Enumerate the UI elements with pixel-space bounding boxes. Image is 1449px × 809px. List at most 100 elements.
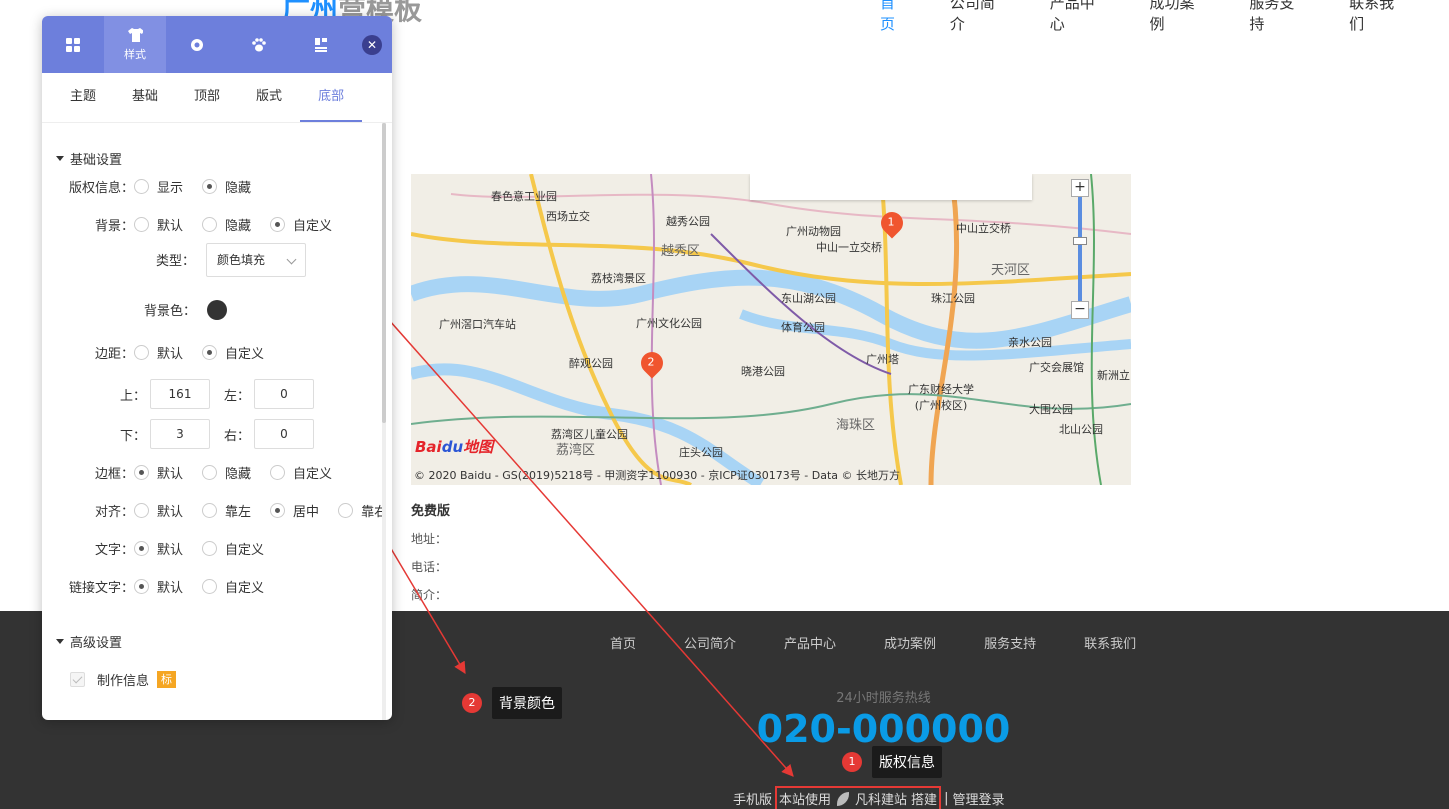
- radio-label: 隐藏: [225, 181, 252, 196]
- radio-label: 自定义: [225, 347, 265, 362]
- info-title: 免费版: [411, 504, 451, 519]
- fanke-leaf-icon: [837, 791, 850, 806]
- radio-dot: [202, 503, 218, 518]
- info-address: 地址：: [411, 532, 448, 546]
- border-hide-radio[interactable]: 隐藏: [202, 463, 251, 482]
- footer-nav-item-support[interactable]: 服务支持: [984, 633, 1036, 652]
- copyright-highlight: 本站使用 凡科建站 搭建: [775, 786, 942, 809]
- section-advanced-settings[interactable]: 高级设置: [56, 632, 122, 651]
- radio-dot: [202, 179, 218, 194]
- align-right-radio[interactable]: 靠右: [338, 501, 384, 520]
- footer-nav-item-contact[interactable]: 联系我们: [1084, 633, 1136, 652]
- text-custom-radio[interactable]: 自定义: [202, 539, 264, 558]
- tab-basic[interactable]: 基础: [114, 73, 176, 122]
- admin-login-link[interactable]: 管理登录: [952, 789, 1004, 808]
- margin-bottom-input[interactable]: 3: [150, 419, 210, 449]
- baidu-map-logo: Baidu地图: [415, 436, 493, 457]
- copyright-hide-radio[interactable]: 隐藏: [202, 177, 251, 196]
- text-row: 文字： 默认 自定义: [95, 539, 283, 558]
- site-nav-item-home[interactable]: 首页: [880, 0, 910, 34]
- footer-nav-item-products[interactable]: 产品中心: [784, 633, 836, 652]
- close-icon[interactable]: ✕: [362, 35, 382, 55]
- grid-icon: [65, 37, 81, 53]
- section-title: 基础设置: [70, 153, 123, 168]
- map-label: 西场立交: [546, 210, 590, 223]
- map-roads: [411, 174, 1131, 485]
- radio-dot: [134, 345, 150, 360]
- tab-settings[interactable]: [166, 16, 228, 73]
- background-default-radio[interactable]: 默认: [134, 215, 183, 234]
- powered-prefix: 本站使用: [779, 793, 832, 808]
- site-nav-item-contact[interactable]: 联系我们: [1349, 0, 1409, 34]
- align-center-radio[interactable]: 居中: [270, 501, 319, 520]
- radio-label: 隐藏: [225, 219, 252, 234]
- align-left-radio[interactable]: 靠左: [202, 501, 251, 520]
- panel-scrollbar[interactable]: [382, 123, 386, 720]
- radio-label: 默认: [157, 543, 184, 558]
- zoom-out-button[interactable]: −: [1071, 301, 1089, 319]
- zoom-slider-track[interactable]: [1078, 197, 1082, 301]
- baidu-logo-suffix: 地图: [463, 438, 494, 456]
- powered-suffix: 搭建: [911, 793, 938, 808]
- border-custom-radio[interactable]: 自定义: [270, 463, 332, 482]
- margin-default-radio[interactable]: 默认: [134, 343, 183, 362]
- mobile-version-link[interactable]: 手机版: [733, 789, 772, 808]
- margin-left-input[interactable]: 0: [254, 379, 314, 409]
- radio-dot: [202, 541, 218, 556]
- tab-seo[interactable]: [228, 16, 290, 73]
- radio-dot: [270, 503, 286, 518]
- map-label: 珠江公园: [931, 292, 975, 305]
- align-default-radio[interactable]: 默认: [134, 501, 183, 520]
- page: 广州营模板 首页 公司简介 产品中心 成功案例 服务支持 联系我们 越秀区 天河…: [0, 0, 1449, 809]
- tab-modules[interactable]: [42, 16, 104, 73]
- radio-label: 隐藏: [225, 467, 252, 482]
- footer-nav-item-cases[interactable]: 成功案例: [884, 633, 936, 652]
- maker-info-checkbox[interactable]: [70, 672, 85, 687]
- map-label: 醉观公园: [569, 357, 613, 370]
- site-nav-item-support[interactable]: 服务支持: [1249, 0, 1309, 34]
- baidu-logo-paw: du: [441, 438, 464, 456]
- zoom-slider-handle[interactable]: [1073, 237, 1087, 245]
- background-hide-radio[interactable]: 隐藏: [202, 215, 251, 234]
- border-label: 边框：: [95, 467, 135, 482]
- background-custom-radio[interactable]: 自定义: [270, 215, 332, 234]
- scrollbar-thumb[interactable]: [382, 123, 386, 423]
- margin-custom-radio[interactable]: 自定义: [202, 343, 264, 362]
- map-label: 新洲立: [1097, 369, 1130, 382]
- tab-footer[interactable]: 底部: [300, 73, 363, 122]
- radio-label: 自定义: [293, 467, 333, 482]
- section-basic-settings[interactable]: 基础设置: [56, 149, 122, 168]
- panel-sub-tabs: 主题 基础 顶部 版式 底部: [42, 73, 392, 123]
- radio-dot: [270, 465, 286, 480]
- map-label: 北山公园: [1059, 423, 1103, 436]
- text-default-radio[interactable]: 默认: [134, 539, 183, 558]
- site-nav-item-products[interactable]: 产品中心: [1050, 0, 1110, 34]
- caret-down-icon: [56, 639, 64, 644]
- powered-brand-link[interactable]: 凡科建站: [855, 789, 907, 808]
- tab-top[interactable]: 顶部: [176, 73, 238, 122]
- bg-color-label: 背景色：: [144, 304, 197, 319]
- margin-right-label: 右：: [224, 429, 251, 444]
- link-text-custom-radio[interactable]: 自定义: [202, 577, 264, 596]
- tab-style[interactable]: 样式: [104, 16, 166, 73]
- footer-nav-item-about[interactable]: 公司简介: [684, 633, 736, 652]
- margin-right-input[interactable]: 0: [254, 419, 314, 449]
- fill-type-select[interactable]: 颜色填充: [206, 243, 306, 277]
- footer-nav-item-home[interactable]: 首页: [610, 633, 636, 652]
- copyright-show-radio[interactable]: 显示: [134, 177, 183, 196]
- map-label: 广东财经大学(广州校区): [908, 383, 974, 412]
- border-default-radio[interactable]: 默认: [134, 463, 183, 482]
- zoom-in-button[interactable]: +: [1071, 179, 1089, 197]
- annotation-1: 1 版权信息: [842, 746, 942, 778]
- link-text-default-radio[interactable]: 默认: [134, 577, 183, 596]
- site-nav-item-about[interactable]: 公司简介: [950, 0, 1010, 34]
- tab-theme[interactable]: 主题: [52, 73, 114, 122]
- radio-dot: [134, 541, 150, 556]
- tab-layout[interactable]: [290, 16, 352, 73]
- section-title: 高级设置: [70, 636, 123, 651]
- baidu-map[interactable]: 越秀区 天河区 荔湾区 海珠区 春色意工业园 西场立交 越秀公园 广州动物园 中…: [411, 174, 1131, 485]
- bg-color-swatch[interactable]: [207, 300, 227, 320]
- site-nav-item-cases[interactable]: 成功案例: [1150, 0, 1210, 34]
- tab-layout-style[interactable]: 版式: [238, 73, 300, 122]
- margin-top-input[interactable]: 161: [150, 379, 210, 409]
